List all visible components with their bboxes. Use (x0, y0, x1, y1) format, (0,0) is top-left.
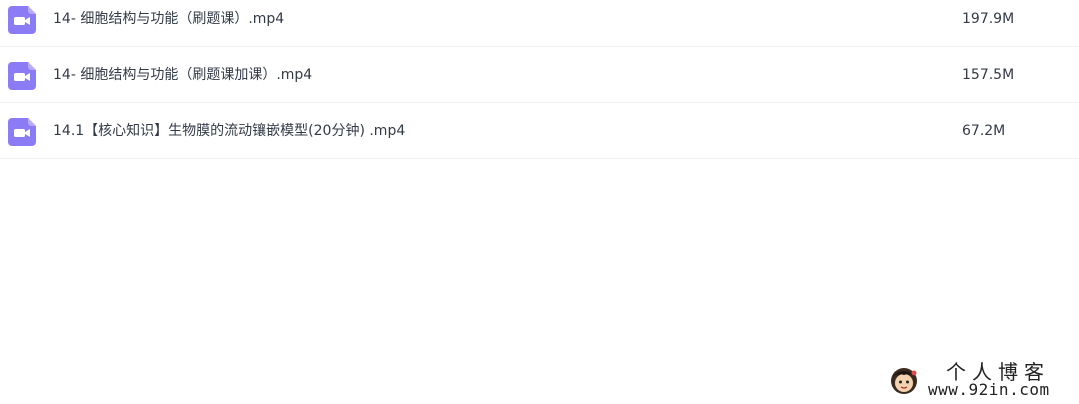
file-row[interactable]: 14.1【核心知识】生物膜的流动镶嵌模型(20分钟) .mp4 67.2M (0, 103, 1079, 159)
cartoon-avatar-icon (891, 368, 917, 394)
file-name[interactable]: 14- 细胞结构与功能（刷题课）.mp4 (53, 9, 284, 29)
file-size: 197.9M (962, 11, 1015, 27)
file-size: 67.2M (962, 123, 1006, 139)
file-row[interactable]: 14- 细胞结构与功能（刷题课）.mp4 197.9M (0, 0, 1079, 47)
watermark-url: www.92in.com (928, 380, 1050, 399)
watermark: 个人博客 www.92in.com (884, 360, 1074, 400)
file-size: 157.5M (962, 67, 1015, 83)
file-name[interactable]: 14.1【核心知识】生物膜的流动镶嵌模型(20分钟) .mp4 (53, 121, 405, 141)
video-file-icon (8, 6, 36, 34)
file-name[interactable]: 14- 细胞结构与功能（刷题课加课）.mp4 (53, 65, 312, 85)
file-row[interactable]: 14- 细胞结构与功能（刷题课加课）.mp4 157.5M (0, 47, 1079, 103)
video-file-icon (8, 118, 36, 146)
video-file-icon (8, 62, 36, 90)
file-list: 14- 细胞结构与功能（刷题课）.mp4 197.9M 14- 细胞结构与功能（… (0, 0, 1079, 159)
